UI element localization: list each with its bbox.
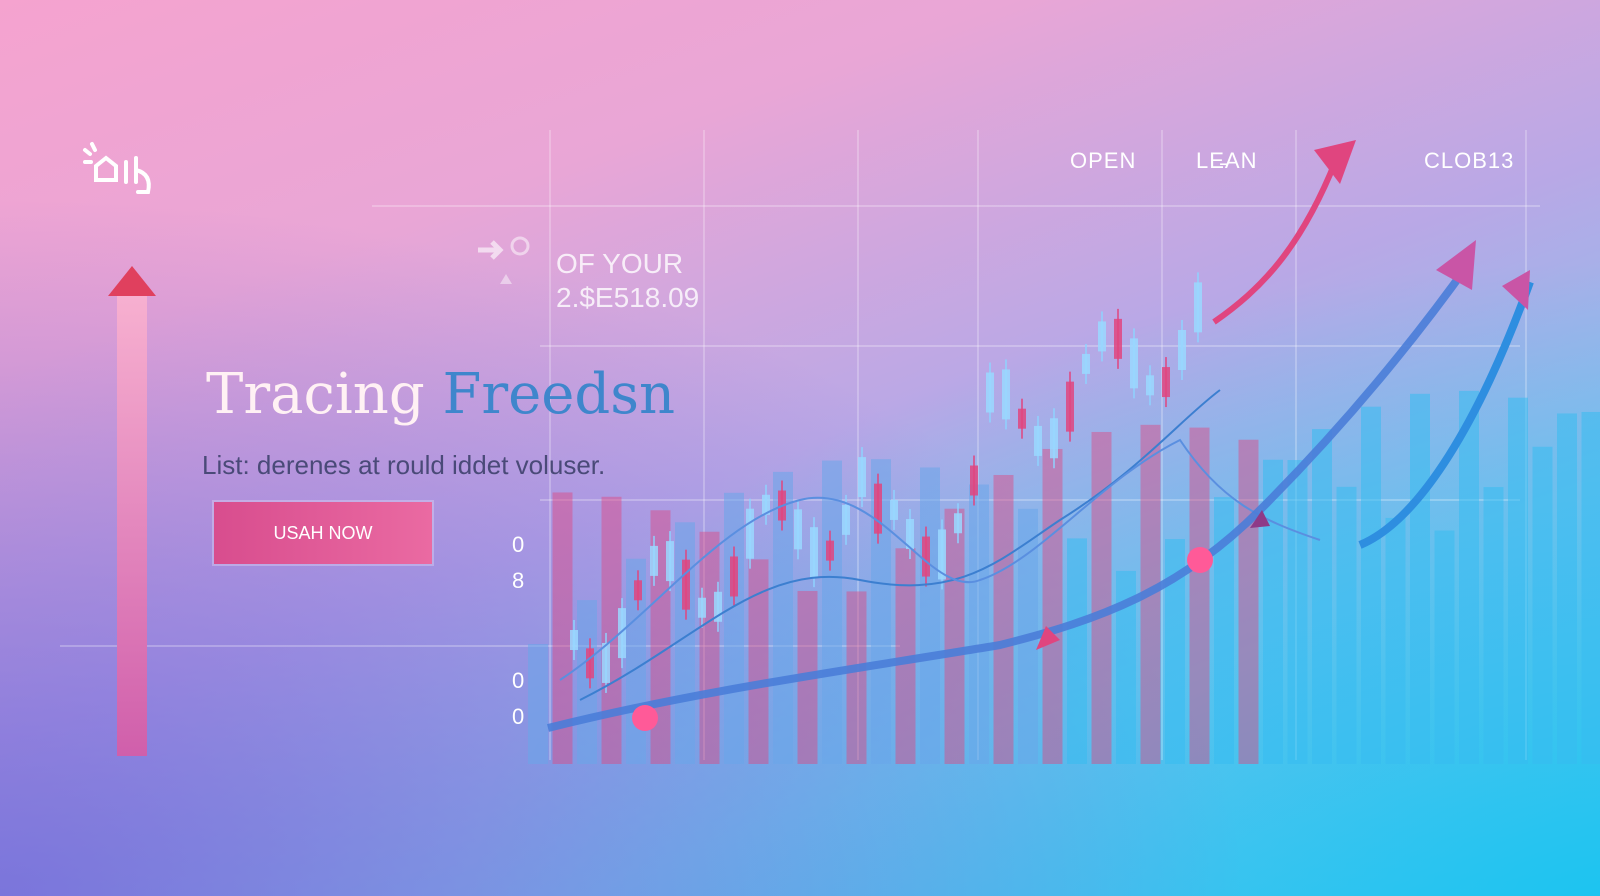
- brand-logo-icon: [83, 142, 151, 194]
- candle-body: [794, 509, 802, 550]
- hero-title-part2: Freedsn: [442, 362, 676, 427]
- candle-body: [746, 508, 754, 559]
- candle-body: [698, 597, 706, 618]
- column-header-lean: LE̵AN: [1196, 148, 1258, 173]
- candle-body: [986, 372, 994, 413]
- chart-bar: [1189, 427, 1210, 764]
- candle-body: [874, 483, 882, 534]
- chart-bar: [1459, 390, 1479, 764]
- chart-bar: [1312, 429, 1332, 764]
- chart-bar: [846, 591, 867, 764]
- chart-bar: [1287, 460, 1308, 764]
- candle-body: [634, 580, 642, 601]
- trend-line: [1212, 158, 1339, 325]
- candle-body: [602, 642, 610, 683]
- candle-body: [954, 513, 962, 534]
- chart-bar: [1532, 446, 1553, 764]
- candle-body: [1162, 367, 1170, 398]
- candle-body: [570, 630, 578, 650]
- candle-body: [970, 465, 978, 496]
- hero-title-part1: Tracing: [206, 362, 425, 427]
- arrow-head: [1314, 140, 1356, 184]
- candle-body: [1002, 369, 1010, 420]
- candle-body: [1066, 381, 1074, 432]
- candle-body: [826, 540, 834, 561]
- data-marker: [632, 705, 658, 731]
- chart-bar: [1410, 393, 1430, 764]
- chart-bar: [969, 484, 989, 764]
- candle-body: [1146, 375, 1154, 396]
- candle-body: [666, 541, 674, 582]
- chart-bar: [822, 460, 842, 764]
- arrow-head: [1502, 270, 1530, 310]
- candle-body: [1114, 318, 1122, 359]
- candle-body: [1178, 329, 1186, 370]
- hero-subtitle: List: derenes at rould iddet voluser.: [202, 450, 606, 480]
- candle-body: [810, 527, 818, 578]
- chart-bar: [1361, 406, 1381, 764]
- chart-bar: [1336, 486, 1357, 764]
- chart-bar: [993, 474, 1014, 764]
- candle-body: [1130, 338, 1138, 389]
- candle-body: [1034, 425, 1042, 456]
- candle-body: [858, 457, 866, 498]
- candle-body: [890, 499, 898, 520]
- cta-button[interactable]: USAH NOW: [214, 502, 432, 564]
- chart-bar: [1581, 411, 1600, 764]
- y-axis-label: 8: [512, 568, 525, 593]
- candle-body: [842, 504, 850, 535]
- candle-body: [1018, 408, 1026, 429]
- stat-value: 2.$E518.09: [556, 282, 700, 313]
- candle-body: [1098, 321, 1106, 352]
- candle-body: [1050, 418, 1058, 459]
- chart-bar: [1091, 431, 1112, 764]
- chart-bar: [1434, 530, 1455, 764]
- data-marker: [1187, 547, 1213, 573]
- column-header-close: CLOB13: [1424, 148, 1515, 173]
- chart-bar: [699, 531, 720, 764]
- candle-body: [1082, 353, 1090, 374]
- chart-bar: [1067, 538, 1087, 764]
- candle-body: [730, 556, 738, 597]
- chart-bar: [1042, 448, 1063, 764]
- candle-body: [1194, 282, 1202, 333]
- column-header-open: OPEN: [1070, 148, 1137, 173]
- chart-bar: [1238, 439, 1259, 764]
- y-axis-label: 0: [512, 532, 525, 557]
- candle-body: [586, 648, 594, 679]
- chart-bar: [577, 600, 597, 764]
- chart-bar: [1385, 517, 1406, 764]
- chart-bar: [675, 522, 695, 764]
- stat-label: OF YOUR: [556, 248, 684, 279]
- chart-bar: [944, 508, 965, 764]
- candle-body: [922, 536, 930, 577]
- chart-bar: [1483, 487, 1504, 764]
- trend-line: [1358, 280, 1534, 549]
- chart-bar: [528, 644, 548, 764]
- y-axis-label: 0: [512, 668, 525, 693]
- candle-body: [682, 559, 690, 610]
- chart-bar: [1557, 413, 1577, 764]
- chart-bar: [920, 467, 940, 764]
- chart-canvas: [60, 130, 1600, 764]
- candle-body: [650, 545, 658, 576]
- pointer-icon: [478, 236, 530, 284]
- y-axis-label: 0: [512, 704, 525, 729]
- chart-bar: [1508, 397, 1528, 764]
- trend-up-arrow-icon: [108, 266, 156, 756]
- hero-title: Tracing Freedsn: [206, 362, 675, 427]
